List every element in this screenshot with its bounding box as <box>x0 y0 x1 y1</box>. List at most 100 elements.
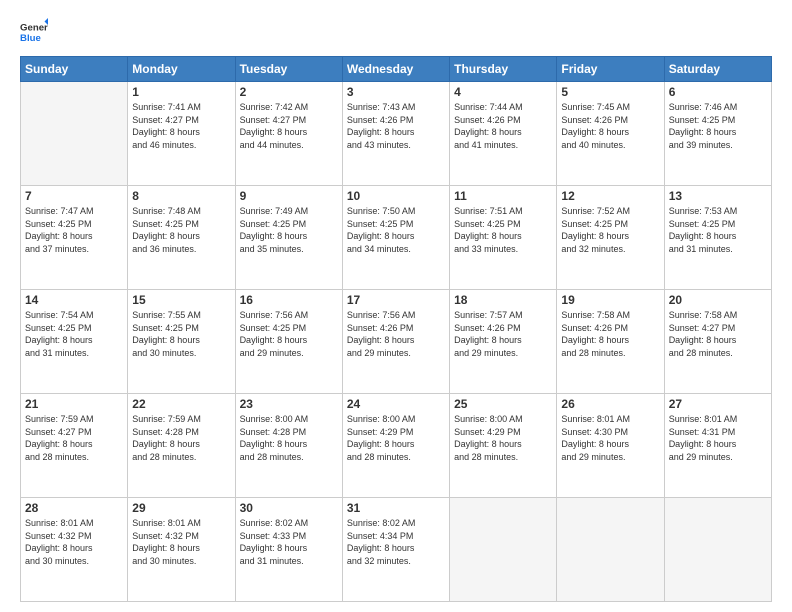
day-number: 8 <box>132 189 230 203</box>
calendar-day-cell: 12 Sunrise: 7:52 AM Sunset: 4:25 PM Dayli… <box>557 186 664 290</box>
day-number: 18 <box>454 293 552 307</box>
day-info: Sunrise: 7:41 AM Sunset: 4:27 PM Dayligh… <box>132 101 230 151</box>
day-info: Sunrise: 7:58 AM Sunset: 4:27 PM Dayligh… <box>669 309 767 359</box>
day-info: Sunrise: 7:58 AM Sunset: 4:26 PM Dayligh… <box>561 309 659 359</box>
calendar-day-cell: 22 Sunrise: 7:59 AM Sunset: 4:28 PM Dayli… <box>128 394 235 498</box>
day-number: 9 <box>240 189 338 203</box>
day-number: 19 <box>561 293 659 307</box>
day-number: 24 <box>347 397 445 411</box>
calendar-day-cell: 25Sunrise: 8:00 AM Sunset: 4:29 PM Dayli… <box>450 394 557 498</box>
logo: General Blue <box>20 18 48 46</box>
calendar-day-cell: 13 Sunrise: 7:53 AM Sunset: 4:25 PM Dayli… <box>664 186 771 290</box>
calendar-day-cell: 31 Sunrise: 8:02 AM Sunset: 4:34 PM Dayli… <box>342 498 449 602</box>
calendar-day-cell: 27 Sunrise: 8:01 AM Sunset: 4:31 PM Dayli… <box>664 394 771 498</box>
day-info: Sunrise: 8:00 AM Sunset: 4:29 PM Dayligh… <box>454 413 552 463</box>
calendar-day-cell: 29 Sunrise: 8:01 AM Sunset: 4:32 PM Dayli… <box>128 498 235 602</box>
calendar-day-cell: 3 Sunrise: 7:43 AM Sunset: 4:26 PM Daylig… <box>342 82 449 186</box>
day-number: 20 <box>669 293 767 307</box>
logo-icon: General Blue <box>20 18 48 46</box>
day-info: Sunrise: 7:42 AM Sunset: 4:27 PM Dayligh… <box>240 101 338 151</box>
day-of-week-header: Sunday <box>21 57 128 82</box>
calendar-day-cell: 20 Sunrise: 7:58 AM Sunset: 4:27 PM Dayli… <box>664 290 771 394</box>
day-info: Sunrise: 7:43 AM Sunset: 4:26 PM Dayligh… <box>347 101 445 151</box>
calendar-day-cell <box>450 498 557 602</box>
day-number: 31 <box>347 501 445 515</box>
day-number: 29 <box>132 501 230 515</box>
day-info: Sunrise: 8:02 AM Sunset: 4:34 PM Dayligh… <box>347 517 445 567</box>
day-number: 28 <box>25 501 123 515</box>
day-number: 6 <box>669 85 767 99</box>
day-number: 14 <box>25 293 123 307</box>
header: General Blue <box>20 18 772 46</box>
day-info: Sunrise: 7:49 AM Sunset: 4:25 PM Dayligh… <box>240 205 338 255</box>
calendar-week-row: 14 Sunrise: 7:54 AM Sunset: 4:25 PM Dayli… <box>21 290 772 394</box>
day-info: Sunrise: 7:53 AM Sunset: 4:25 PM Dayligh… <box>669 205 767 255</box>
calendar-day-cell: 16Sunrise: 7:56 AM Sunset: 4:25 PM Dayli… <box>235 290 342 394</box>
calendar-day-cell: 10Sunrise: 7:50 AM Sunset: 4:25 PM Dayli… <box>342 186 449 290</box>
day-info: Sunrise: 7:48 AM Sunset: 4:25 PM Dayligh… <box>132 205 230 255</box>
calendar-day-cell <box>557 498 664 602</box>
day-info: Sunrise: 7:56 AM Sunset: 4:26 PM Dayligh… <box>347 309 445 359</box>
day-info: Sunrise: 7:47 AM Sunset: 4:25 PM Dayligh… <box>25 205 123 255</box>
day-number: 2 <box>240 85 338 99</box>
day-number: 7 <box>25 189 123 203</box>
day-number: 12 <box>561 189 659 203</box>
day-info: Sunrise: 7:44 AM Sunset: 4:26 PM Dayligh… <box>454 101 552 151</box>
day-of-week-header: Monday <box>128 57 235 82</box>
calendar-day-cell: 26 Sunrise: 8:01 AM Sunset: 4:30 PM Dayli… <box>557 394 664 498</box>
day-info: Sunrise: 7:57 AM Sunset: 4:26 PM Dayligh… <box>454 309 552 359</box>
day-number: 13 <box>669 189 767 203</box>
day-number: 17 <box>347 293 445 307</box>
calendar-header-row: SundayMondayTuesdayWednesdayThursdayFrid… <box>21 57 772 82</box>
calendar-day-cell: 8 Sunrise: 7:48 AM Sunset: 4:25 PM Daylig… <box>128 186 235 290</box>
day-of-week-header: Tuesday <box>235 57 342 82</box>
day-info: Sunrise: 8:01 AM Sunset: 4:31 PM Dayligh… <box>669 413 767 463</box>
svg-text:Blue: Blue <box>20 33 41 44</box>
day-info: Sunrise: 7:50 AM Sunset: 4:25 PM Dayligh… <box>347 205 445 255</box>
day-info: Sunrise: 7:55 AM Sunset: 4:25 PM Dayligh… <box>132 309 230 359</box>
day-info: Sunrise: 7:56 AM Sunset: 4:25 PM Dayligh… <box>240 309 338 359</box>
day-info: Sunrise: 8:01 AM Sunset: 4:30 PM Dayligh… <box>561 413 659 463</box>
day-info: Sunrise: 7:59 AM Sunset: 4:27 PM Dayligh… <box>25 413 123 463</box>
day-info: Sunrise: 8:02 AM Sunset: 4:33 PM Dayligh… <box>240 517 338 567</box>
day-number: 15 <box>132 293 230 307</box>
day-number: 30 <box>240 501 338 515</box>
day-of-week-header: Thursday <box>450 57 557 82</box>
day-number: 3 <box>347 85 445 99</box>
calendar-day-cell: 30 Sunrise: 8:02 AM Sunset: 4:33 PM Dayli… <box>235 498 342 602</box>
calendar-day-cell: 19 Sunrise: 7:58 AM Sunset: 4:26 PM Dayli… <box>557 290 664 394</box>
calendar-day-cell: 1Sunrise: 7:41 AM Sunset: 4:27 PM Daylig… <box>128 82 235 186</box>
day-info: Sunrise: 7:45 AM Sunset: 4:26 PM Dayligh… <box>561 101 659 151</box>
day-info: Sunrise: 8:01 AM Sunset: 4:32 PM Dayligh… <box>25 517 123 567</box>
day-info: Sunrise: 7:59 AM Sunset: 4:28 PM Dayligh… <box>132 413 230 463</box>
calendar-day-cell: 18 Sunrise: 7:57 AM Sunset: 4:26 PM Dayli… <box>450 290 557 394</box>
calendar-day-cell: 2 Sunrise: 7:42 AM Sunset: 4:27 PM Daylig… <box>235 82 342 186</box>
day-info: Sunrise: 8:01 AM Sunset: 4:32 PM Dayligh… <box>132 517 230 567</box>
day-info: Sunrise: 7:52 AM Sunset: 4:25 PM Dayligh… <box>561 205 659 255</box>
day-number: 5 <box>561 85 659 99</box>
calendar-week-row: 1Sunrise: 7:41 AM Sunset: 4:27 PM Daylig… <box>21 82 772 186</box>
calendar-day-cell: 17 Sunrise: 7:56 AM Sunset: 4:26 PM Dayli… <box>342 290 449 394</box>
calendar-week-row: 7 Sunrise: 7:47 AM Sunset: 4:25 PM Daylig… <box>21 186 772 290</box>
calendar-day-cell: 23Sunrise: 8:00 AM Sunset: 4:28 PM Dayli… <box>235 394 342 498</box>
day-of-week-header: Wednesday <box>342 57 449 82</box>
calendar-day-cell: 11Sunrise: 7:51 AM Sunset: 4:25 PM Dayli… <box>450 186 557 290</box>
day-number: 22 <box>132 397 230 411</box>
calendar-day-cell: 14 Sunrise: 7:54 AM Sunset: 4:25 PM Dayli… <box>21 290 128 394</box>
day-number: 4 <box>454 85 552 99</box>
day-number: 23 <box>240 397 338 411</box>
calendar-day-cell: 24Sunrise: 8:00 AM Sunset: 4:29 PM Dayli… <box>342 394 449 498</box>
calendar-day-cell: 5 Sunrise: 7:45 AM Sunset: 4:26 PM Daylig… <box>557 82 664 186</box>
day-info: Sunrise: 7:54 AM Sunset: 4:25 PM Dayligh… <box>25 309 123 359</box>
day-number: 26 <box>561 397 659 411</box>
day-of-week-header: Friday <box>557 57 664 82</box>
calendar-day-cell <box>664 498 771 602</box>
calendar-day-cell: 6Sunrise: 7:46 AM Sunset: 4:25 PM Daylig… <box>664 82 771 186</box>
page: General Blue SundayMondayTuesdayWednesda… <box>0 0 792 612</box>
calendar-day-cell <box>21 82 128 186</box>
calendar-table: SundayMondayTuesdayWednesdayThursdayFrid… <box>20 56 772 602</box>
day-number: 27 <box>669 397 767 411</box>
calendar-day-cell: 28 Sunrise: 8:01 AM Sunset: 4:32 PM Dayli… <box>21 498 128 602</box>
calendar-day-cell: 9 Sunrise: 7:49 AM Sunset: 4:25 PM Daylig… <box>235 186 342 290</box>
calendar-day-cell: 21Sunrise: 7:59 AM Sunset: 4:27 PM Dayli… <box>21 394 128 498</box>
